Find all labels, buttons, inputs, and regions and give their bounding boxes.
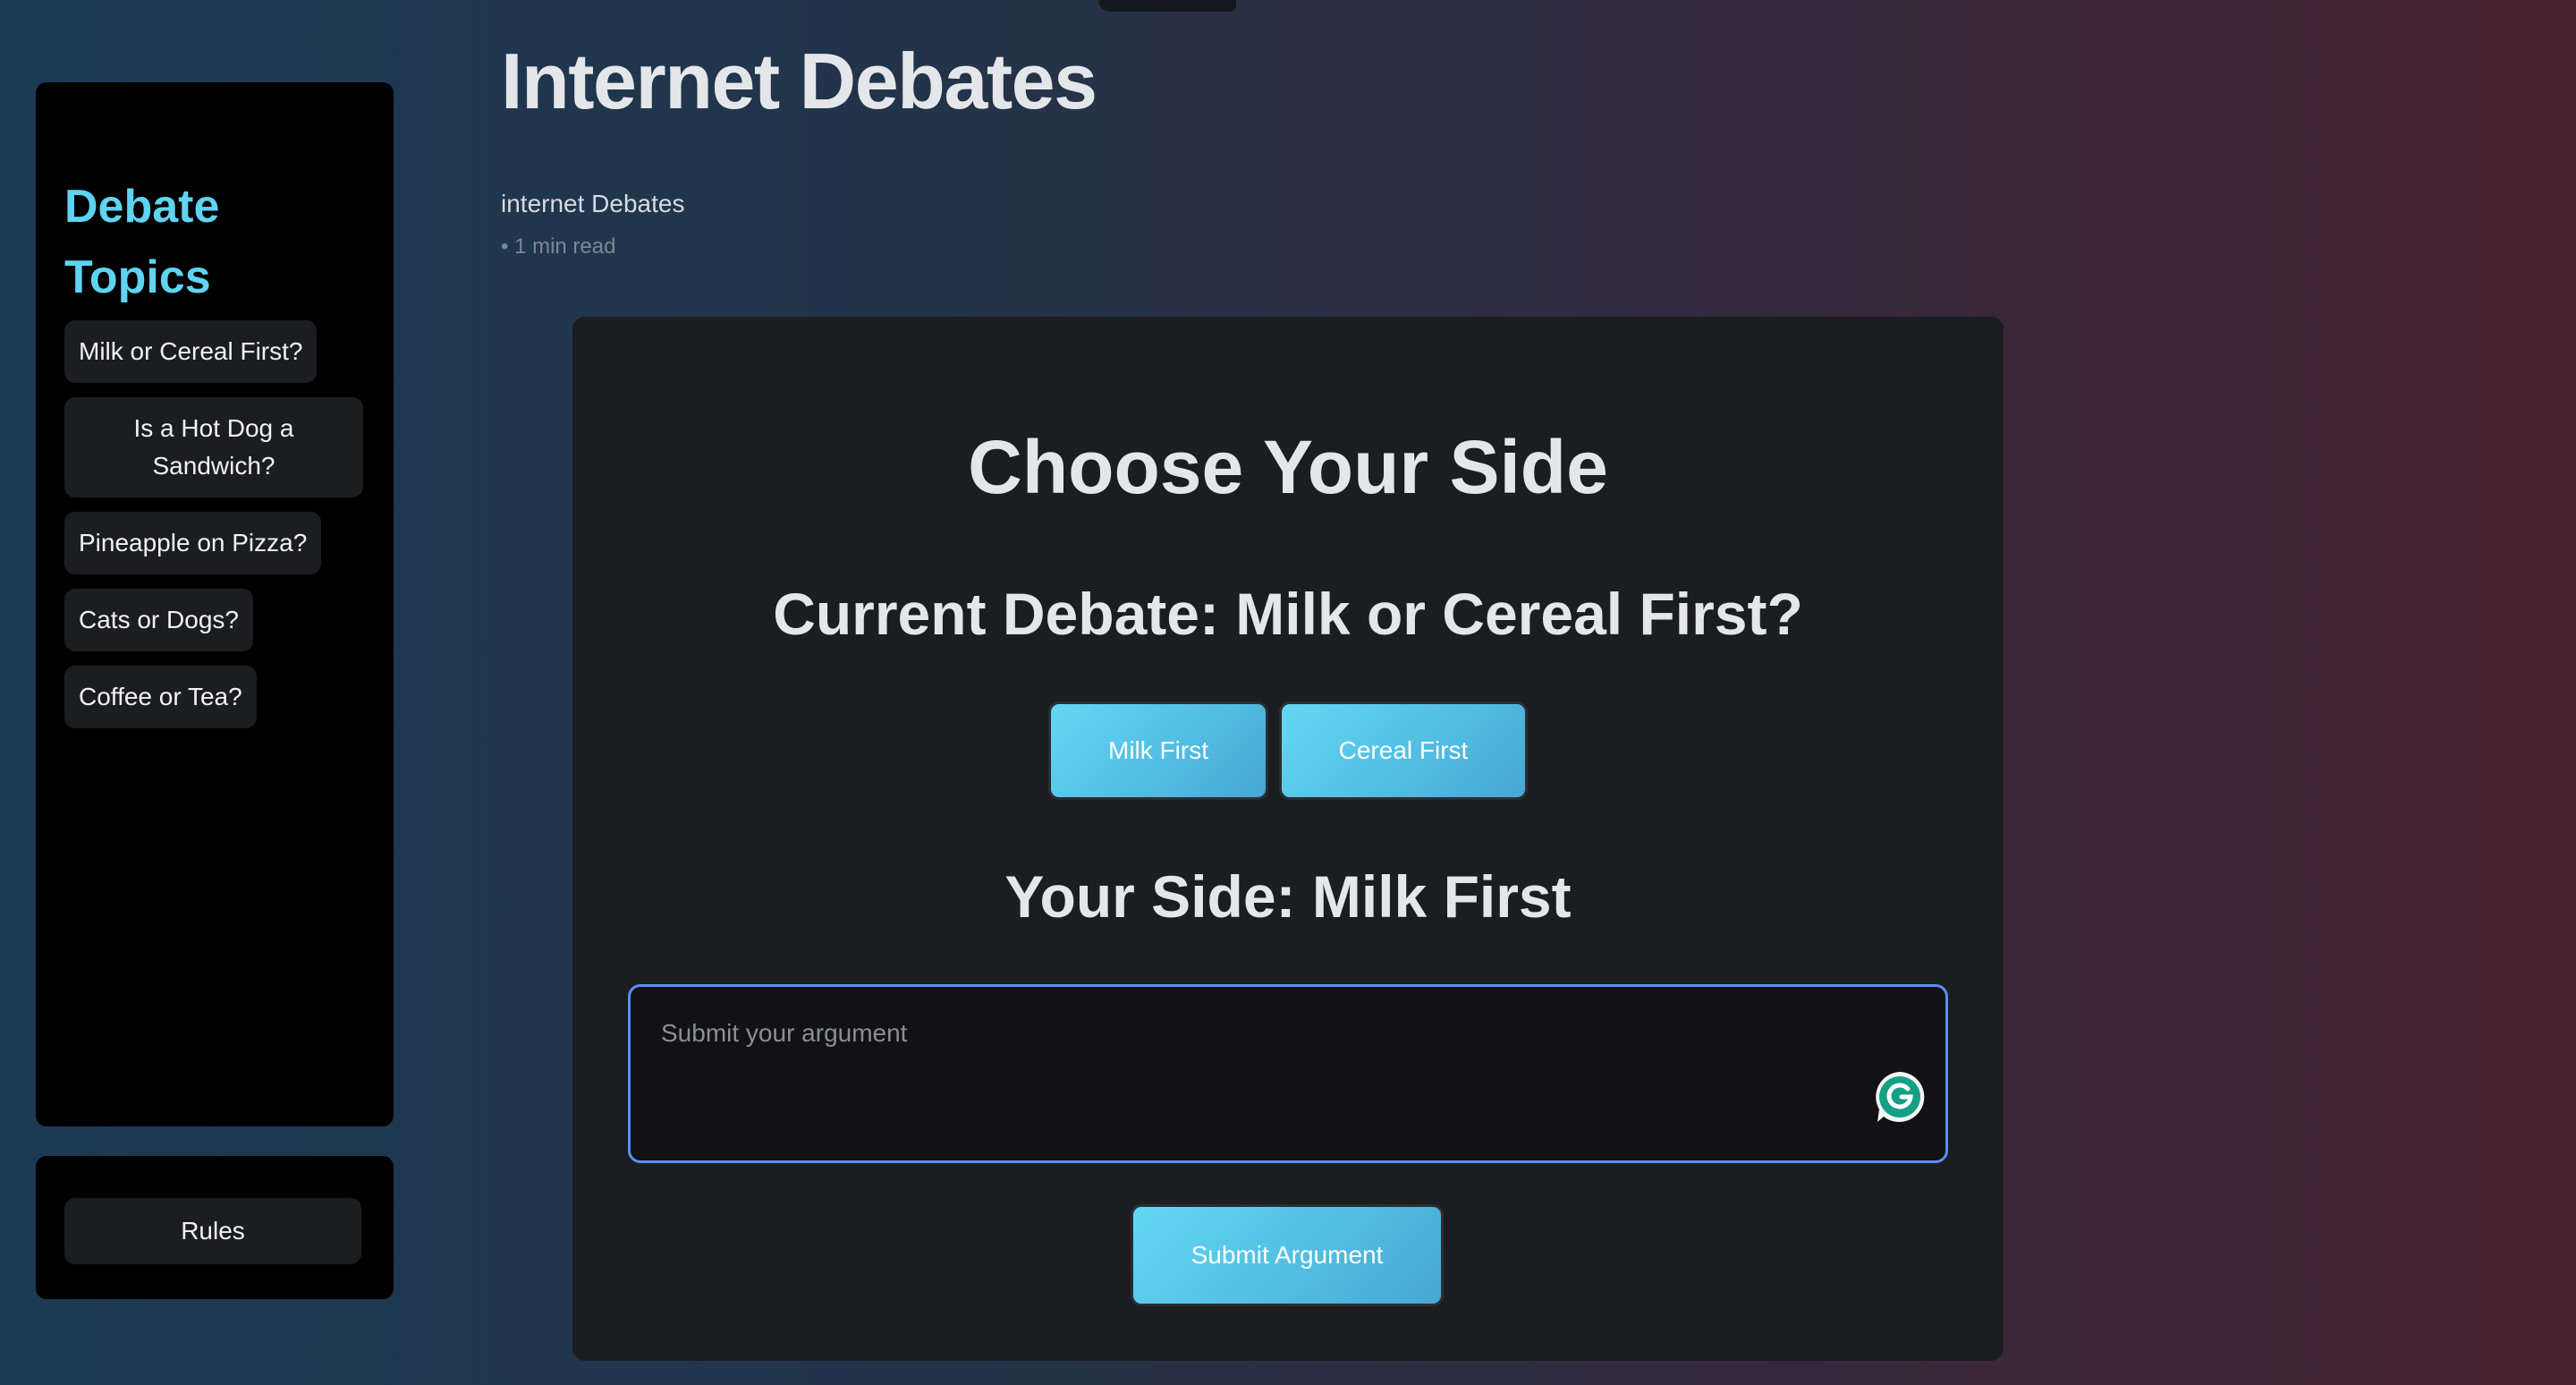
submit-argument-button[interactable]: Submit Argument	[1131, 1204, 1444, 1306]
byline: internet Debates	[501, 190, 685, 217]
topic-list: Milk or Cereal First? Is a Hot Dog a San…	[64, 320, 365, 728]
choose-side-heading: Choose Your Side	[968, 425, 1608, 509]
rules-button[interactable]: Rules	[64, 1198, 361, 1264]
sidebar-item-pineapple-pizza[interactable]: Pineapple on Pizza?	[64, 512, 322, 574]
page-title: Internet Debates	[501, 37, 1097, 125]
sidebar-title: Debate Topics	[64, 181, 220, 303]
debate-card: Choose Your Side Current Debate: Milk or…	[572, 317, 2004, 1361]
sidebar-item-cats-or-dogs[interactable]: Cats or Dogs?	[64, 589, 253, 651]
sidebar: Debate Topics Milk or Cereal First? Is a…	[36, 82, 394, 1126]
sidebar-item-hot-dog[interactable]: Is a Hot Dog a Sandwich?	[64, 397, 363, 497]
read-time: • 1 min read	[501, 234, 616, 259]
current-debate-heading: Current Debate: Milk or Cereal First?	[773, 581, 1803, 647]
top-tab-indicator	[1098, 0, 1236, 12]
argument-field-wrapper	[628, 984, 1948, 1163]
side-options: Milk First Cereal First	[572, 701, 2004, 800]
milk-first-button[interactable]: Milk First	[1048, 701, 1268, 800]
sidebar-item-milk-or-cereal[interactable]: Milk or Cereal First?	[64, 320, 318, 383]
argument-input[interactable]	[631, 987, 1945, 1160]
rules-panel: Rules	[36, 1156, 394, 1299]
your-side-heading: Your Side: Milk First	[1004, 863, 1572, 930]
cereal-first-button[interactable]: Cereal First	[1279, 701, 1528, 800]
grammarly-g-icon[interactable]	[1872, 1069, 1928, 1125]
sidebar-item-coffee-or-tea[interactable]: Coffee or Tea?	[64, 666, 257, 728]
